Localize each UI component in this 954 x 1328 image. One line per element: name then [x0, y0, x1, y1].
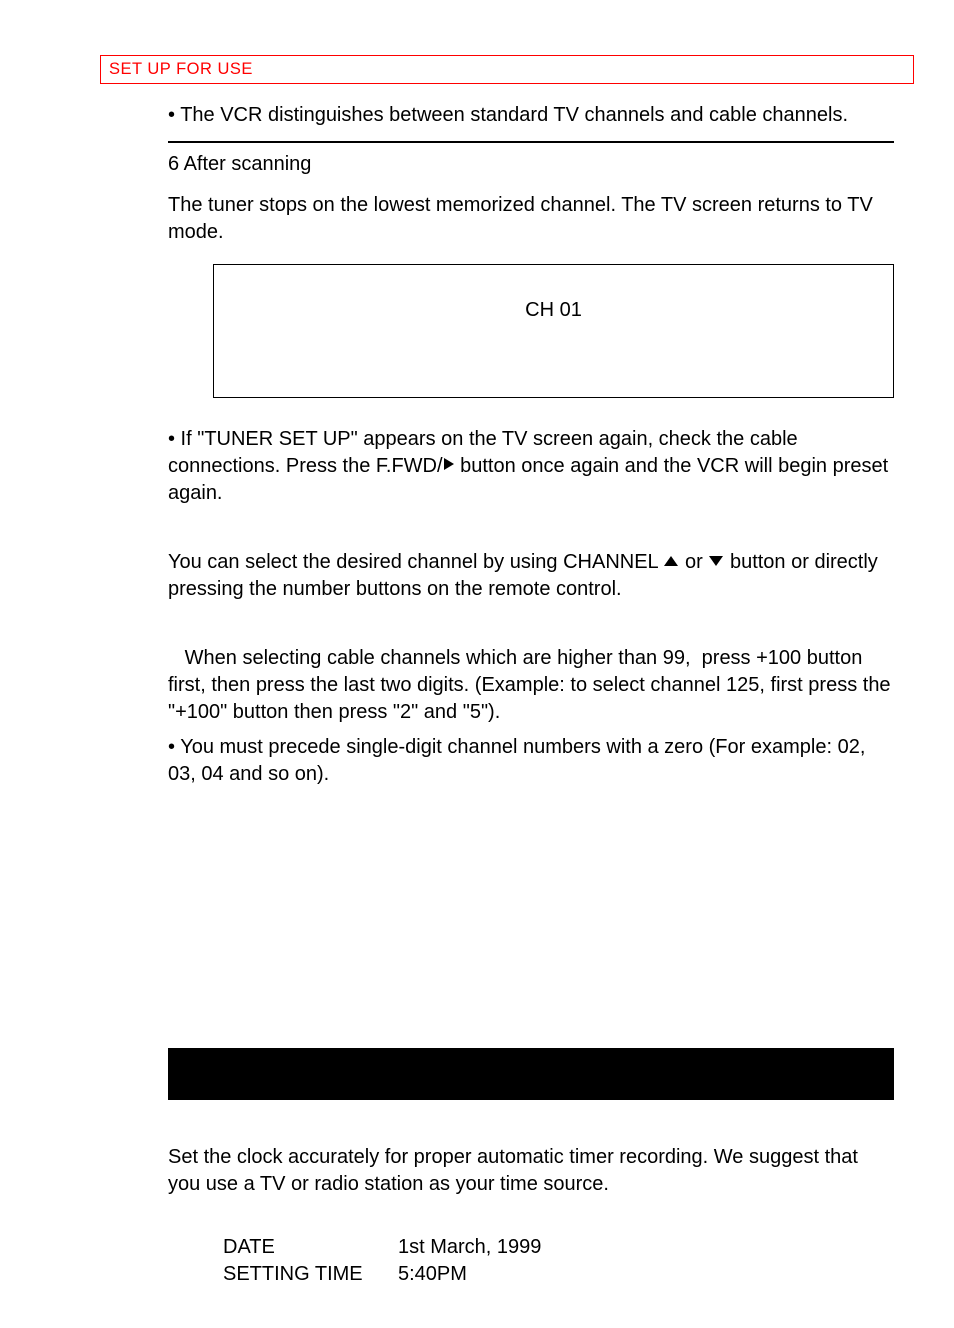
tv-screen-box: CH 01	[213, 264, 894, 398]
channel-select-mid: or	[679, 551, 708, 573]
example-time-label: SETTING TIME	[223, 1261, 398, 1288]
example-block: DATE 1st March, 1999 SETTING TIME 5:40PM	[223, 1234, 894, 1288]
tuner-stop-text: The tuner stops on the lowest memorized …	[168, 192, 894, 246]
example-date-value: 1st March, 1999	[398, 1234, 541, 1261]
play-icon	[443, 452, 455, 479]
channel-select-pre: You can select the desired channel by us…	[168, 551, 663, 573]
channel-display: CH 01	[525, 297, 582, 324]
single-digit-note: • You must precede single-digit channel …	[168, 734, 894, 788]
step-6-heading: 6 After scanning	[168, 151, 894, 178]
triangle-up-icon	[663, 548, 679, 575]
example-date-label: DATE	[223, 1234, 398, 1261]
section-divider	[168, 141, 894, 143]
triangle-down-icon	[708, 548, 724, 575]
section-heading-bar	[168, 1048, 894, 1100]
clock-instruction: Set the clock accurately for proper auto…	[168, 1144, 894, 1198]
bullet-tv-cable: • The VCR distinguishes between standard…	[168, 102, 894, 129]
tuner-setup-note: • If "TUNER SET UP" appears on the TV sc…	[168, 426, 894, 507]
example-time-value: 5:40PM	[398, 1261, 467, 1288]
header-title: SET UP FOR USE	[109, 60, 253, 78]
header-box: SET UP FOR USE	[100, 55, 914, 84]
cable-channel-note: When selecting cable channels which are …	[168, 645, 894, 726]
channel-select-note: You can select the desired channel by us…	[168, 549, 894, 603]
